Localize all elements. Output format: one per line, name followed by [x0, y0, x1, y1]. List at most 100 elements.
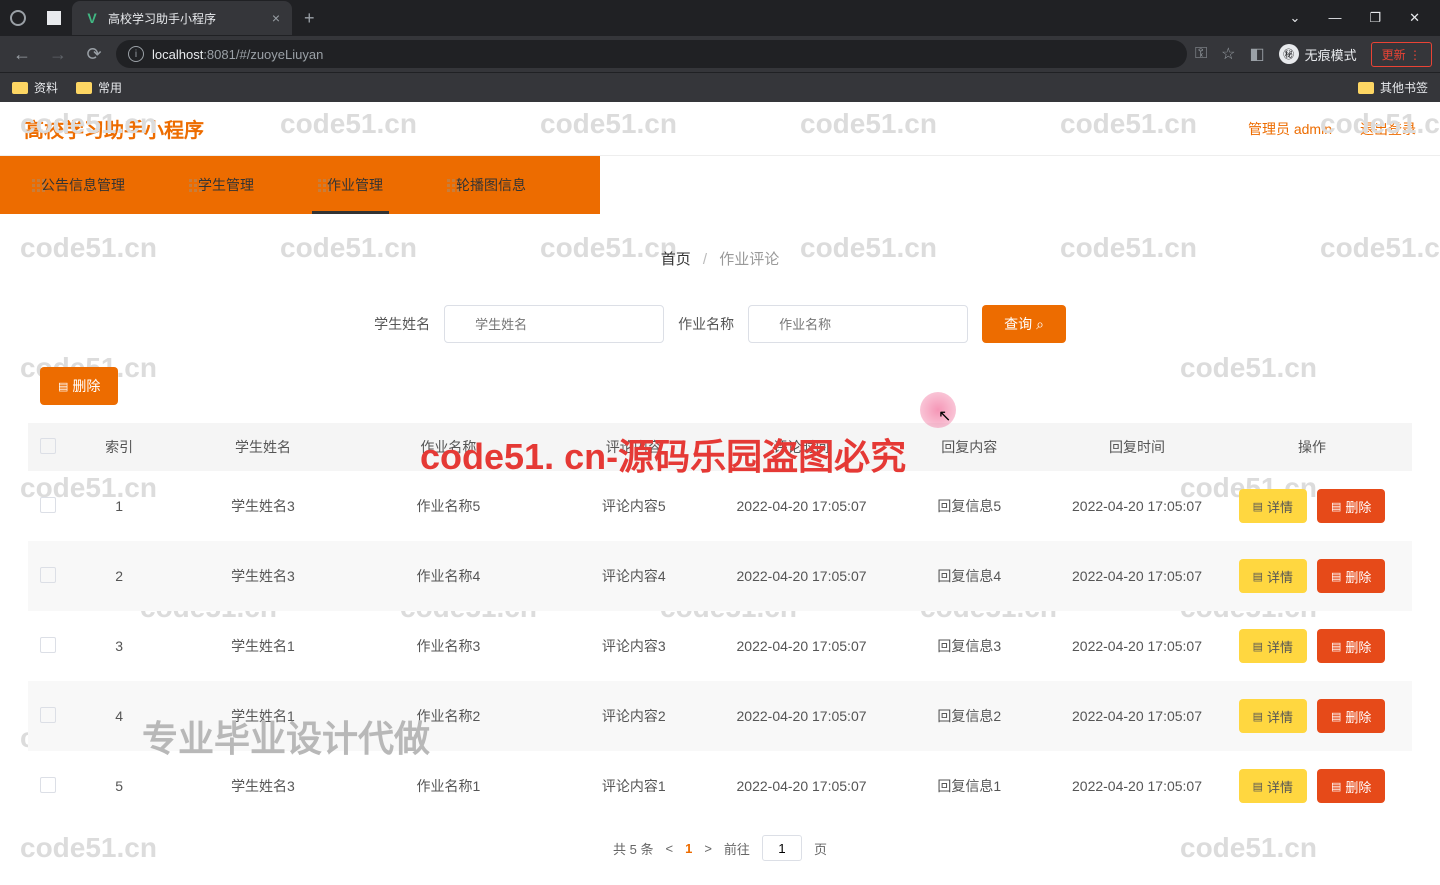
select-all-checkbox[interactable] [40, 438, 56, 454]
row-checkbox[interactable] [40, 777, 56, 793]
forward-button[interactable]: → [44, 40, 72, 68]
watermark-red: code51. cn-源码乐园盗图必究 [420, 428, 906, 480]
col-student: 学生姓名 [170, 423, 355, 471]
cell-homework: 作业名称5 [356, 471, 541, 541]
cell-student: 学生姓名1 [170, 611, 355, 681]
page-current[interactable]: 1 [685, 841, 692, 856]
cell-student: 学生姓名3 [170, 541, 355, 611]
cell-rtime: 2022-04-20 17:05:07 [1062, 611, 1212, 681]
cell-homework: 作业名称3 [356, 611, 541, 681]
cell-student: 学生姓名3 [170, 471, 355, 541]
detail-button[interactable]: ▤ 详情 [1239, 699, 1307, 733]
cell-actions: ▤ 详情 ▤ 删除 [1212, 471, 1412, 541]
breadcrumb-home[interactable]: 首页 [661, 251, 691, 268]
row-delete-button[interactable]: ▤ 删除 [1317, 769, 1385, 803]
tab-system-icon-2[interactable] [36, 11, 72, 25]
detail-button[interactable]: ▤ 详情 [1239, 629, 1307, 663]
vue-icon: V [84, 10, 100, 26]
page-next[interactable]: > [704, 841, 712, 856]
page-total: 共 5 条 [613, 839, 653, 858]
watermark: code51.cn [540, 108, 677, 140]
detail-button[interactable]: ▤ 详情 [1239, 769, 1307, 803]
cell-comment: 评论内容4 [541, 541, 726, 611]
cell-rtime: 2022-04-20 17:05:07 [1062, 541, 1212, 611]
url-input[interactable]: i localhost:8081/#/zuoyeLiuyan [116, 40, 1187, 68]
star-icon[interactable]: ☆ [1221, 44, 1235, 64]
other-bookmarks[interactable]: 其他书签 [1358, 79, 1428, 96]
row-checkbox[interactable] [40, 637, 56, 653]
student-name-input[interactable] [444, 305, 664, 343]
homework-name-input[interactable] [748, 305, 968, 343]
row-checkbox[interactable] [40, 497, 56, 513]
nav-item-student[interactable]: 学生管理 [157, 156, 286, 214]
folder-icon [12, 82, 28, 94]
cell-comment: 评论内容1 [541, 751, 726, 821]
page-goto-label: 前往 [724, 839, 750, 858]
page-prev[interactable]: < [666, 841, 674, 856]
watermark: code51.cn [280, 108, 417, 140]
menu-icon [447, 179, 450, 192]
bookmark-folder[interactable]: 常用 [76, 79, 122, 96]
tab-close-icon[interactable]: × [272, 10, 280, 26]
row-checkbox[interactable] [40, 707, 56, 723]
detail-button[interactable]: ▤ 详情 [1239, 489, 1307, 523]
page-goto-input[interactable] [762, 835, 802, 861]
window-maximize-icon[interactable]: ❐ [1369, 10, 1381, 26]
bookmark-bar: 资料 常用 其他书签 [0, 72, 1440, 102]
folder-icon [1358, 82, 1374, 94]
browser-tab[interactable]: V 高校学习助手小程序 × [72, 1, 292, 35]
app-content: code51.cn code51.cn code51.cn code51.cn … [0, 102, 1440, 885]
bookmark-folder[interactable]: 资料 [12, 79, 58, 96]
extensions-icon[interactable]: ◧ [1250, 44, 1265, 64]
row-delete-button[interactable]: ▤ 删除 [1317, 489, 1385, 523]
nav-item-homework[interactable]: 作业管理 [286, 156, 415, 214]
row-delete-button[interactable]: ▤ 删除 [1317, 629, 1385, 663]
menu-icon [189, 179, 192, 192]
row-checkbox[interactable] [40, 567, 56, 583]
row-delete-button[interactable]: ▤ 删除 [1317, 559, 1385, 593]
document-icon: ▤ [1331, 570, 1341, 583]
url-text: localhost:8081/#/zuoyeLiuyan [152, 47, 323, 62]
new-tab-button[interactable]: + [292, 8, 327, 29]
cell-reply: 回复信息1 [877, 751, 1062, 821]
cursor-arrow-icon: ↖ [938, 406, 951, 426]
cell-actions: ▤ 详情 ▤ 删除 [1212, 751, 1412, 821]
cell-comment: 评论内容3 [541, 611, 726, 681]
window-dropdown-icon[interactable]: ⌄ [1290, 10, 1301, 26]
key-icon[interactable]: ⚿ [1195, 45, 1207, 63]
document-icon: ▤ [58, 380, 68, 393]
incognito-badge: ㊙ 无痕模式 [1279, 44, 1357, 64]
col-index: 索引 [68, 423, 170, 471]
breadcrumb: 首页 / 作业评论 [28, 224, 1412, 293]
window-close-icon[interactable]: ✕ [1409, 10, 1420, 26]
col-action: 操作 [1212, 423, 1412, 471]
bulk-delete-button[interactable]: ▤ 删除 [40, 367, 118, 405]
watermark: code51.cn [800, 108, 937, 140]
document-icon: ▤ [1331, 640, 1341, 653]
row-delete-button[interactable]: ▤ 删除 [1317, 699, 1385, 733]
nav-item-announcement[interactable]: 公告信息管理 [0, 156, 157, 214]
update-button[interactable]: 更新 ⋮ [1371, 42, 1432, 67]
cell-ctime: 2022-04-20 17:05:07 [727, 611, 877, 681]
back-button[interactable]: ← [8, 40, 36, 68]
detail-button[interactable]: ▤ 详情 [1239, 559, 1307, 593]
cell-index: 2 [68, 541, 170, 611]
tab-system-icon[interactable] [0, 10, 36, 26]
document-icon: ▤ [1253, 640, 1263, 653]
tab-bar: V 高校学习助手小程序 × + ⌄ — ❐ ✕ [0, 0, 1440, 36]
cell-rtime: 2022-04-20 17:05:07 [1062, 681, 1212, 751]
col-rtime: 回复时间 [1062, 423, 1212, 471]
document-icon: ▤ [1331, 710, 1341, 723]
query-button[interactable]: 查询 ⌕ [982, 305, 1066, 343]
site-info-icon[interactable]: i [128, 46, 144, 62]
window-minimize-icon[interactable]: — [1328, 10, 1341, 26]
menu-icon [32, 179, 35, 192]
cell-actions: ▤ 详情 ▤ 删除 [1212, 541, 1412, 611]
window-controls: ⌄ — ❐ ✕ [1270, 10, 1440, 26]
reload-button[interactable]: ⟳ [80, 40, 108, 68]
nav-item-carousel[interactable]: 轮播图信息 [415, 156, 558, 214]
main-nav: 公告信息管理 学生管理 作业管理 轮播图信息 [0, 156, 1440, 214]
cell-index: 3 [68, 611, 170, 681]
browser-chrome: V 高校学习助手小程序 × + ⌄ — ❐ ✕ ← → ⟳ i localhos… [0, 0, 1440, 102]
cell-actions: ▤ 详情 ▤ 删除 [1212, 611, 1412, 681]
